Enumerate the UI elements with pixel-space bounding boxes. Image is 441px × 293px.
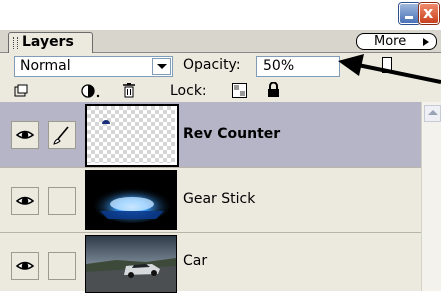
visibility-toggle[interactable] [11, 252, 39, 280]
more-label: More [374, 34, 407, 49]
new-layer-icon[interactable] [14, 84, 28, 97]
layer-style-icon[interactable] [80, 83, 102, 99]
car-photo-thumbnail [86, 236, 176, 292]
layer-row-rev-counter[interactable]: Rev Counter [0, 102, 421, 168]
link-toggle[interactable] [48, 121, 76, 149]
lock-all-icon[interactable] [267, 82, 280, 98]
tab-label: Layers [22, 34, 74, 50]
opacity-label: Opacity: [183, 57, 241, 73]
play-arrow-icon [423, 38, 429, 46]
trash-icon[interactable] [122, 82, 136, 98]
layer-tools-row: Lock: [0, 78, 441, 102]
tab-layers[interactable]: Layers [8, 32, 93, 53]
eye-icon [15, 196, 35, 205]
visibility-toggle[interactable] [11, 187, 39, 215]
more-button[interactable]: More [356, 33, 437, 50]
opacity-input[interactable]: 50% [256, 56, 340, 77]
grip-icon [13, 37, 18, 49]
blend-mode-value: Normal [20, 58, 71, 74]
minimize-icon[interactable] [399, 3, 420, 24]
layer-name: Car [183, 253, 208, 269]
lock-label: Lock: [170, 83, 207, 99]
layers-panel: x Layers More Normal Opacity: 50% Lock: … [0, 0, 441, 293]
layer-row-car[interactable]: Car [0, 233, 421, 293]
scrollbar[interactable] [421, 102, 441, 291]
layer-thumbnail-gear-stick [85, 170, 177, 230]
chevron-down-icon[interactable] [152, 58, 171, 75]
gear-knob-thumbnail [86, 171, 176, 229]
layer-thumbnail-rev-counter [85, 104, 179, 167]
brush-icon [53, 126, 69, 145]
lock-transparent-pixels-icon[interactable] [232, 83, 247, 98]
layer-thumbnail-car [85, 235, 177, 293]
blend-opacity-row: Normal Opacity: 50% [0, 53, 441, 78]
opacity-slider-button[interactable] [382, 57, 392, 73]
scroll-up-icon[interactable] [424, 105, 441, 122]
close-icon[interactable]: x [419, 3, 439, 24]
layer-name: Gear Stick [183, 191, 256, 207]
layer-list: Rev Counter Gear Stick Car [0, 102, 421, 293]
title-bar: x [0, 0, 441, 30]
visibility-toggle[interactable] [11, 121, 39, 149]
blend-mode-select[interactable]: Normal [14, 56, 173, 77]
opacity-value: 50% [263, 58, 295, 74]
checkerboard-thumbnail [87, 106, 175, 163]
eye-icon [15, 130, 35, 139]
tab-strip: Layers More [0, 30, 441, 53]
link-toggle[interactable] [48, 187, 76, 215]
eye-icon [15, 261, 35, 270]
layer-row-gear-stick[interactable]: Gear Stick [0, 168, 421, 233]
link-toggle[interactable] [48, 252, 76, 280]
layer-name: Rev Counter [183, 126, 281, 142]
